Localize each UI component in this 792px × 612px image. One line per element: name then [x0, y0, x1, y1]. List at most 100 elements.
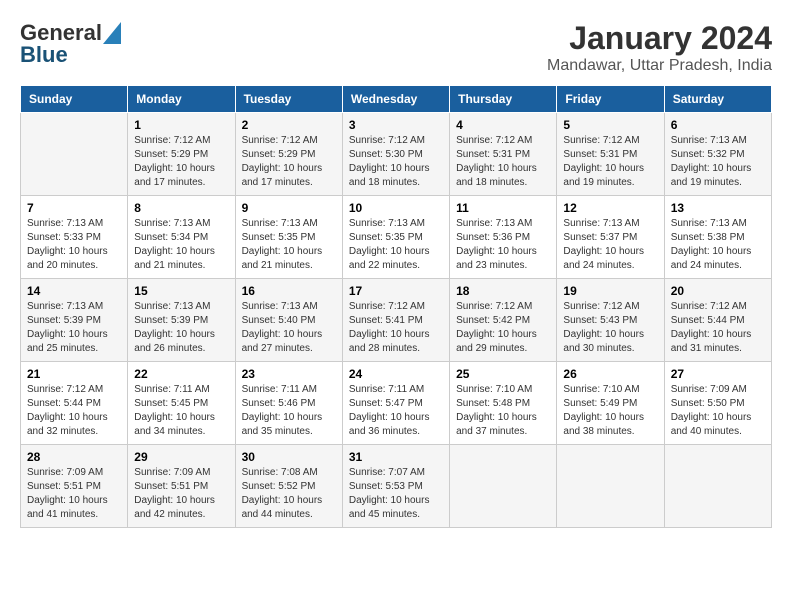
calendar-cell: 18 Sunrise: 7:12 AM Sunset: 5:42 PM Dayli…: [450, 279, 557, 362]
calendar-cell: 16Sunrise: 7:13 AM Sunset: 5:40 PM Dayli…: [235, 279, 342, 362]
calendar-cell: 24 Sunrise: 7:11 AM Sunset: 5:47 PM Dayli…: [342, 362, 449, 445]
day-header-sunday: Sunday: [21, 86, 128, 113]
calendar-cell: 30 Sunrise: 7:08 AM Sunset: 5:52 PM Dayli…: [235, 445, 342, 528]
day-number: 30: [242, 450, 336, 464]
day-info: Sunrise: 7:13 AM Sunset: 5:36 PM Dayligh…: [456, 217, 550, 273]
calendar-cell: 27 Sunrise: 7:09 AM Sunset: 5:50 PM Dayli…: [664, 362, 771, 445]
calendar-cell: 3 Sunrise: 7:12 AM Sunset: 5:30 PM Daylig…: [342, 113, 449, 196]
day-number: 26: [563, 367, 657, 381]
day-number: 3: [349, 118, 443, 132]
calendar-cell: 28 Sunrise: 7:09 AM Sunset: 5:51 PM Dayli…: [21, 445, 128, 528]
day-info: Sunrise: 7:12 AM Sunset: 5:30 PM Dayligh…: [349, 134, 443, 190]
day-info: Sunrise: 7:13 AM Sunset: 5:37 PM Dayligh…: [563, 217, 657, 273]
calendar-cell: 13 Sunrise: 7:13 AM Sunset: 5:38 PM Dayli…: [664, 196, 771, 279]
logo-triangle-icon: [103, 22, 121, 44]
day-number: 10: [349, 201, 443, 215]
day-number: 22: [134, 367, 228, 381]
calendar-cell: [21, 113, 128, 196]
calendar-cell: 2Sunrise: 7:12 AM Sunset: 5:29 PM Daylig…: [235, 113, 342, 196]
calendar-table: SundayMondayTuesdayWednesdayThursdayFrid…: [20, 85, 772, 528]
logo: General Blue: [20, 20, 121, 68]
calendar-week-row: 7 Sunrise: 7:13 AM Sunset: 5:33 PM Daylig…: [21, 196, 772, 279]
day-info: Sunrise: 7:12 AM Sunset: 5:44 PM Dayligh…: [27, 383, 121, 439]
logo-blue-text: Blue: [20, 42, 68, 68]
day-info: Sunrise: 7:11 AM Sunset: 5:47 PM Dayligh…: [349, 383, 443, 439]
calendar-week-row: 21 Sunrise: 7:12 AM Sunset: 5:44 PM Dayli…: [21, 362, 772, 445]
calendar-cell: 25 Sunrise: 7:10 AM Sunset: 5:48 PM Dayli…: [450, 362, 557, 445]
day-number: 20: [671, 284, 765, 298]
calendar-cell: 19 Sunrise: 7:12 AM Sunset: 5:43 PM Dayli…: [557, 279, 664, 362]
calendar-cell: 15 Sunrise: 7:13 AM Sunset: 5:39 PM Dayli…: [128, 279, 235, 362]
calendar-cell: 4 Sunrise: 7:12 AM Sunset: 5:31 PM Daylig…: [450, 113, 557, 196]
day-info: Sunrise: 7:09 AM Sunset: 5:51 PM Dayligh…: [27, 466, 121, 522]
day-info: Sunrise: 7:10 AM Sunset: 5:48 PM Dayligh…: [456, 383, 550, 439]
day-header-wednesday: Wednesday: [342, 86, 449, 113]
day-number: 11: [456, 201, 550, 215]
day-number: 29: [134, 450, 228, 464]
day-number: 31: [349, 450, 443, 464]
day-number: 28: [27, 450, 121, 464]
day-info: Sunrise: 7:13 AM Sunset: 5:39 PM Dayligh…: [27, 300, 121, 356]
day-number: 5: [563, 118, 657, 132]
calendar-header-row: SundayMondayTuesdayWednesdayThursdayFrid…: [21, 86, 772, 113]
day-number: 15: [134, 284, 228, 298]
day-header-tuesday: Tuesday: [235, 86, 342, 113]
day-number: 13: [671, 201, 765, 215]
day-number: 25: [456, 367, 550, 381]
day-info: Sunrise: 7:12 AM Sunset: 5:43 PM Dayligh…: [563, 300, 657, 356]
calendar-cell: 20 Sunrise: 7:12 AM Sunset: 5:44 PM Dayli…: [664, 279, 771, 362]
calendar-cell: 7 Sunrise: 7:13 AM Sunset: 5:33 PM Daylig…: [21, 196, 128, 279]
calendar-cell: 11 Sunrise: 7:13 AM Sunset: 5:36 PM Dayli…: [450, 196, 557, 279]
day-info: Sunrise: 7:13 AM Sunset: 5:35 PM Dayligh…: [349, 217, 443, 273]
calendar-cell: 29Sunrise: 7:09 AM Sunset: 5:51 PM Dayli…: [128, 445, 235, 528]
day-number: 18: [456, 284, 550, 298]
calendar-week-row: 1 Sunrise: 7:12 AM Sunset: 5:29 PM Daylig…: [21, 113, 772, 196]
calendar-cell: 8 Sunrise: 7:13 AM Sunset: 5:34 PM Daylig…: [128, 196, 235, 279]
day-number: 7: [27, 201, 121, 215]
day-info: Sunrise: 7:13 AM Sunset: 5:39 PM Dayligh…: [134, 300, 228, 356]
day-info: Sunrise: 7:13 AM Sunset: 5:38 PM Dayligh…: [671, 217, 765, 273]
calendar-cell: 1 Sunrise: 7:12 AM Sunset: 5:29 PM Daylig…: [128, 113, 235, 196]
day-info: Sunrise: 7:12 AM Sunset: 5:44 PM Dayligh…: [671, 300, 765, 356]
day-info: Sunrise: 7:13 AM Sunset: 5:35 PM Dayligh…: [242, 217, 336, 273]
day-number: 1: [134, 118, 228, 132]
calendar-cell: [557, 445, 664, 528]
day-info: Sunrise: 7:09 AM Sunset: 5:50 PM Dayligh…: [671, 383, 765, 439]
day-info: Sunrise: 7:12 AM Sunset: 5:31 PM Dayligh…: [456, 134, 550, 190]
calendar-cell: 6Sunrise: 7:13 AM Sunset: 5:32 PM Daylig…: [664, 113, 771, 196]
day-number: 24: [349, 367, 443, 381]
day-info: Sunrise: 7:12 AM Sunset: 5:42 PM Dayligh…: [456, 300, 550, 356]
calendar-week-row: 28 Sunrise: 7:09 AM Sunset: 5:51 PM Dayli…: [21, 445, 772, 528]
calendar-cell: 12Sunrise: 7:13 AM Sunset: 5:37 PM Dayli…: [557, 196, 664, 279]
day-number: 23: [242, 367, 336, 381]
day-number: 4: [456, 118, 550, 132]
calendar-cell: 31Sunrise: 7:07 AM Sunset: 5:53 PM Dayli…: [342, 445, 449, 528]
day-number: 19: [563, 284, 657, 298]
day-header-saturday: Saturday: [664, 86, 771, 113]
day-info: Sunrise: 7:13 AM Sunset: 5:34 PM Dayligh…: [134, 217, 228, 273]
page-header: General Blue January 2024 Mandawar, Utta…: [20, 20, 772, 75]
day-info: Sunrise: 7:11 AM Sunset: 5:45 PM Dayligh…: [134, 383, 228, 439]
day-number: 9: [242, 201, 336, 215]
calendar-cell: 23 Sunrise: 7:11 AM Sunset: 5:46 PM Dayli…: [235, 362, 342, 445]
day-number: 27: [671, 367, 765, 381]
day-info: Sunrise: 7:13 AM Sunset: 5:33 PM Dayligh…: [27, 217, 121, 273]
day-header-thursday: Thursday: [450, 86, 557, 113]
calendar-cell: [450, 445, 557, 528]
month-title: January 2024: [547, 20, 772, 57]
day-info: Sunrise: 7:11 AM Sunset: 5:46 PM Dayligh…: [242, 383, 336, 439]
title-block: January 2024 Mandawar, Uttar Pradesh, In…: [547, 20, 772, 75]
day-info: Sunrise: 7:12 AM Sunset: 5:29 PM Dayligh…: [134, 134, 228, 190]
day-info: Sunrise: 7:12 AM Sunset: 5:41 PM Dayligh…: [349, 300, 443, 356]
calendar-cell: [664, 445, 771, 528]
day-info: Sunrise: 7:08 AM Sunset: 5:52 PM Dayligh…: [242, 466, 336, 522]
day-number: 21: [27, 367, 121, 381]
calendar-cell: 26Sunrise: 7:10 AM Sunset: 5:49 PM Dayli…: [557, 362, 664, 445]
calendar-cell: 21 Sunrise: 7:12 AM Sunset: 5:44 PM Dayli…: [21, 362, 128, 445]
calendar-week-row: 14 Sunrise: 7:13 AM Sunset: 5:39 PM Dayli…: [21, 279, 772, 362]
day-number: 6: [671, 118, 765, 132]
day-number: 17: [349, 284, 443, 298]
day-number: 2: [242, 118, 336, 132]
day-number: 8: [134, 201, 228, 215]
day-number: 14: [27, 284, 121, 298]
